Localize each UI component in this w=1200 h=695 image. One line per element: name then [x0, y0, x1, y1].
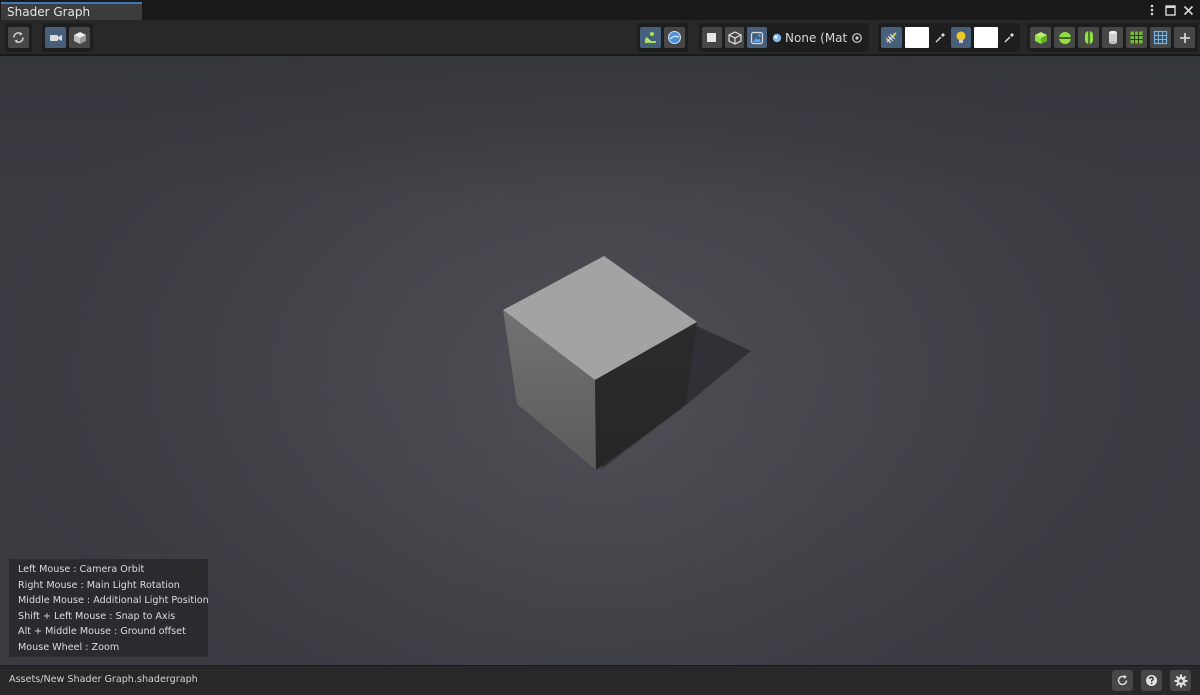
picture-icon	[751, 31, 764, 44]
cube-view-button[interactable]	[69, 27, 90, 48]
add-mesh-button[interactable]	[1174, 27, 1195, 48]
help-line: Alt + Middle Mouse : Ground offset	[18, 626, 186, 638]
settings-gear-icon	[1174, 674, 1187, 687]
square-icon	[707, 33, 717, 42]
title-bar: Shader Graph Preview	[0, 0, 1200, 35]
camera-icon	[49, 34, 62, 41]
preview-toolbar: None (Mate	[0, 20, 1200, 55]
main-light-color-swatch[interactable]	[904, 27, 929, 48]
window-tab[interactable]: Shader Graph Preview	[1, 2, 142, 35]
additional-light-button[interactable]	[950, 27, 972, 48]
refresh-icon	[1117, 675, 1128, 686]
mesh-capsule-icon	[1084, 31, 1093, 44]
status-buttons	[1112, 670, 1191, 691]
render-picture-button[interactable]	[747, 27, 768, 48]
mesh-sphere-button[interactable]	[1054, 27, 1075, 48]
main-light-button[interactable]	[881, 27, 902, 48]
mesh-quad-icon	[1153, 30, 1168, 45]
eyedropper-icon	[935, 32, 945, 42]
mesh-capsule-button[interactable]	[1078, 27, 1099, 48]
cube-icon	[73, 31, 86, 44]
material-sphere-icon	[772, 33, 782, 42]
main-light-icon	[885, 32, 897, 44]
additional-light-eyedropper[interactable]	[1001, 27, 1017, 48]
help-line: Middle Mouse : Additional Light Position	[18, 595, 209, 607]
render-cube-button[interactable]	[724, 27, 745, 48]
lighting-group	[637, 23, 688, 52]
refresh-button[interactable]	[1112, 670, 1133, 691]
scene-lighting-button[interactable]	[640, 27, 661, 48]
help-line: Shift + Left Mouse : Snap to Axis	[18, 610, 176, 622]
preview-viewport[interactable]: Left Mouse : Camera Orbit Right Mouse : …	[0, 56, 1200, 665]
lights-group	[878, 23, 1020, 52]
settings-button[interactable]	[1170, 670, 1191, 691]
help-icon	[1146, 675, 1157, 686]
lightbulb-icon	[956, 31, 966, 43]
sync-icon	[13, 32, 24, 43]
help-line: Right Mouse : Main Light Rotation	[18, 579, 180, 591]
camera-button[interactable]	[45, 27, 66, 48]
material-group: None (Mate	[699, 23, 869, 52]
help-button[interactable]	[1141, 670, 1162, 691]
mesh-cube-icon	[1034, 31, 1047, 44]
mesh-sphere-icon	[1058, 31, 1071, 44]
mesh-cylinder-button[interactable]	[1102, 27, 1123, 48]
mesh-cube-button[interactable]	[1030, 27, 1051, 48]
status-bar: Assets/New Shader Graph.shadergraph	[0, 665, 1200, 695]
mesh-plane-icon	[1130, 31, 1143, 44]
help-line: Left Mouse : Camera Orbit	[18, 564, 145, 575]
eyedropper-icon	[1004, 32, 1015, 42]
render-solid-button[interactable]	[702, 27, 722, 48]
controls-help-overlay: Left Mouse : Camera Orbit Right Mouse : …	[9, 559, 209, 657]
sync-button[interactable]	[8, 27, 29, 48]
additional-light-color-swatch[interactable]	[974, 27, 999, 48]
mesh-quad-button[interactable]	[1150, 27, 1171, 48]
scene-lighting-icon	[645, 31, 656, 43]
sync-group	[5, 23, 32, 52]
view-group	[42, 23, 93, 52]
window-controls	[1146, 2, 1194, 18]
main-light-eyedropper[interactable]	[932, 27, 948, 48]
mesh-cylinder-icon	[1108, 30, 1117, 45]
kebab-menu-icon[interactable]	[1146, 3, 1158, 17]
mesh-plane-button[interactable]	[1126, 27, 1147, 48]
skybox-icon	[668, 31, 681, 44]
close-icon[interactable]	[1182, 3, 1194, 17]
object-picker-icon[interactable]	[850, 31, 864, 45]
maximize-icon[interactable]	[1164, 3, 1176, 17]
asset-path: Assets/New Shader Graph.shadergraph	[9, 674, 198, 685]
material-field[interactable]: None (Mate	[770, 27, 866, 48]
cube-outline-icon	[727, 30, 742, 45]
material-field-label: None (Mate	[785, 30, 848, 45]
skybox-button[interactable]	[664, 27, 685, 48]
mesh-group	[1027, 23, 1198, 52]
plus-icon	[1179, 32, 1190, 43]
help-line: Mouse Wheel : Zoom	[18, 641, 120, 653]
